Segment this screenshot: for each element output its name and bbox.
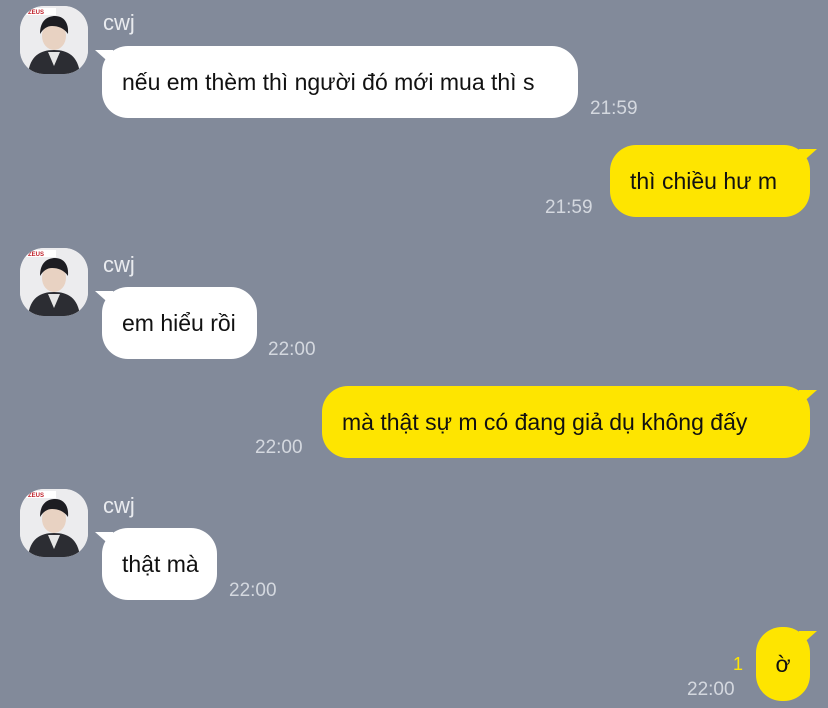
message-time: 22:00: [255, 437, 303, 458]
sender-name: cwj: [103, 10, 135, 35]
message-bubble-incoming[interactable]: thật mà: [102, 528, 217, 600]
svg-text:ZEUS: ZEUS: [28, 493, 44, 499]
unread-count: 1: [733, 654, 744, 674]
message-time: 22:00: [229, 580, 277, 601]
message-bubble-incoming[interactable]: nếu em thèm thì người đó mới mua thì s: [102, 46, 578, 118]
message-bubble-outgoing[interactable]: ờ: [756, 627, 810, 701]
message-bubble-outgoing[interactable]: mà thật sự m có đang giả dụ không đấy: [322, 386, 810, 458]
message-bubble-incoming[interactable]: em hiểu rồi: [102, 287, 257, 359]
message-time: 22:00: [687, 679, 735, 700]
avatar[interactable]: ZEUS: [20, 248, 88, 316]
sender-name: cwj: [103, 252, 135, 277]
svg-text:ZEUS: ZEUS: [28, 252, 44, 258]
message-bubble-outgoing[interactable]: thì chiều hư m: [610, 145, 810, 217]
avatar[interactable]: ZEUS: [20, 6, 88, 74]
svg-text:ZEUS: ZEUS: [28, 10, 44, 16]
message-time: 21:59: [590, 98, 638, 119]
avatar[interactable]: ZEUS: [20, 489, 88, 557]
message-time: 21:59: [545, 197, 593, 218]
message-time: 22:00: [268, 339, 316, 360]
sender-name: cwj: [103, 493, 135, 518]
